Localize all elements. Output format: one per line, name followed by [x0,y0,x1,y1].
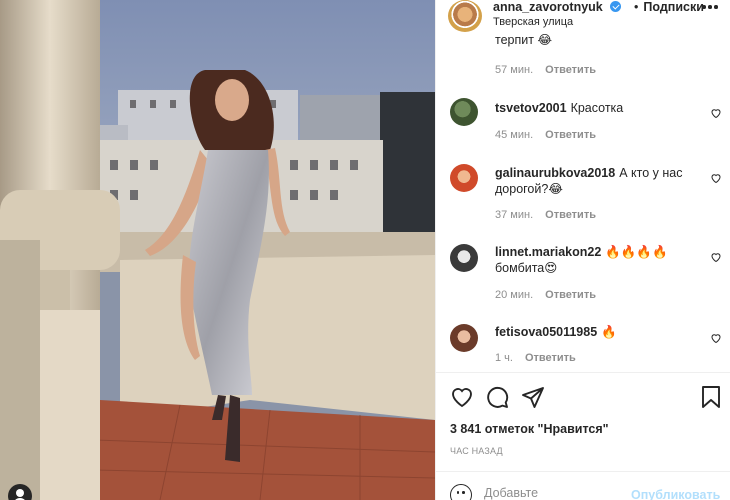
comment-time[interactable]: 20 мин. [495,289,533,301]
author-avatar[interactable] [448,0,482,32]
commenter-avatar[interactable] [450,98,478,126]
comment-username[interactable]: tsvetov2001 [495,101,567,115]
author-username[interactable]: anna_zavorotnyuk [493,0,603,14]
reply-button[interactable]: Ответить [545,64,596,76]
comment-text: tsvetov2001 Красотка [495,100,695,116]
post-side-panel: anna_zavorotnyuk • Подписки Тверская улиц… [435,0,730,500]
comment-username[interactable]: linnet.mariakon22 [495,245,601,259]
divider [436,471,730,472]
comment-username[interactable]: galinaurubkova2018 [495,166,615,180]
reply-button[interactable]: Ответить [545,209,596,221]
comment-meta: 57 мин. Ответить [495,64,596,76]
comment-time[interactable]: 45 мин. [495,129,533,141]
post-timestamp: ЧАС НАЗАД [450,446,503,456]
comment-time[interactable]: 37 мин. [495,209,533,221]
comment-username[interactable]: fetisova05011985 [495,325,597,339]
comment-text: fetisova05011985 🔥 [495,324,695,340]
divider [436,372,730,373]
post-header: anna_zavorotnyuk • Подписки Тверская улиц… [436,0,730,34]
comments-list[interactable]: терпит 😂 57 мин. Ответить tsvetov2001 Крас… [436,34,730,372]
heart-icon[interactable] [450,385,474,409]
header-dot: • [634,0,639,14]
heart-icon[interactable] [710,332,722,344]
comment-body: Красотка [570,101,624,115]
reply-button[interactable]: Ответить [545,289,596,301]
comment-text: терпит 😂 [495,34,695,48]
comment-input[interactable] [484,486,624,500]
follow-label: Подписки [643,0,704,14]
comment-meta: 20 мин. Ответить [495,289,596,301]
comment-time[interactable]: 57 мин. [495,64,533,76]
emoji-icon[interactable] [450,484,472,500]
heart-icon[interactable] [710,172,722,184]
follow-button[interactable]: • Подписки [624,0,704,14]
reply-button[interactable]: Ответить [525,352,576,364]
comment-meta: 45 мин. Ответить [495,129,596,141]
comment-icon[interactable] [485,385,509,409]
comment-text: linnet.mariakon22 🔥🔥🔥🔥 бомбита😍 [495,244,695,276]
publish-button[interactable]: Опубликовать [631,488,720,500]
verified-icon [610,1,621,12]
commenter-avatar[interactable] [450,324,478,352]
reply-button[interactable]: Ответить [545,129,596,141]
comment-meta: 37 мин. Ответить [495,209,596,221]
post-photo[interactable] [0,0,435,500]
comment-meta: 1 ч. Ответить [495,352,576,364]
heart-icon[interactable] [710,107,722,119]
likes-count[interactable]: 3 841 отметок "Нравится" [450,422,609,436]
comment-body: 🔥 [601,325,617,339]
post-location[interactable]: Тверская улица [493,16,573,28]
comment-time[interactable]: 1 ч. [495,352,513,364]
heart-icon[interactable] [710,251,722,263]
commenter-avatar[interactable] [450,244,478,272]
commenter-avatar[interactable] [450,164,478,192]
comment-text: galinaurubkova2018 А кто у нас дорогой?😂 [495,165,695,197]
photo-image [0,0,435,500]
comment-body: терпит 😂 [495,34,553,47]
share-icon[interactable] [521,385,545,409]
more-icon[interactable] [702,5,718,11]
bookmark-icon[interactable] [699,385,723,409]
